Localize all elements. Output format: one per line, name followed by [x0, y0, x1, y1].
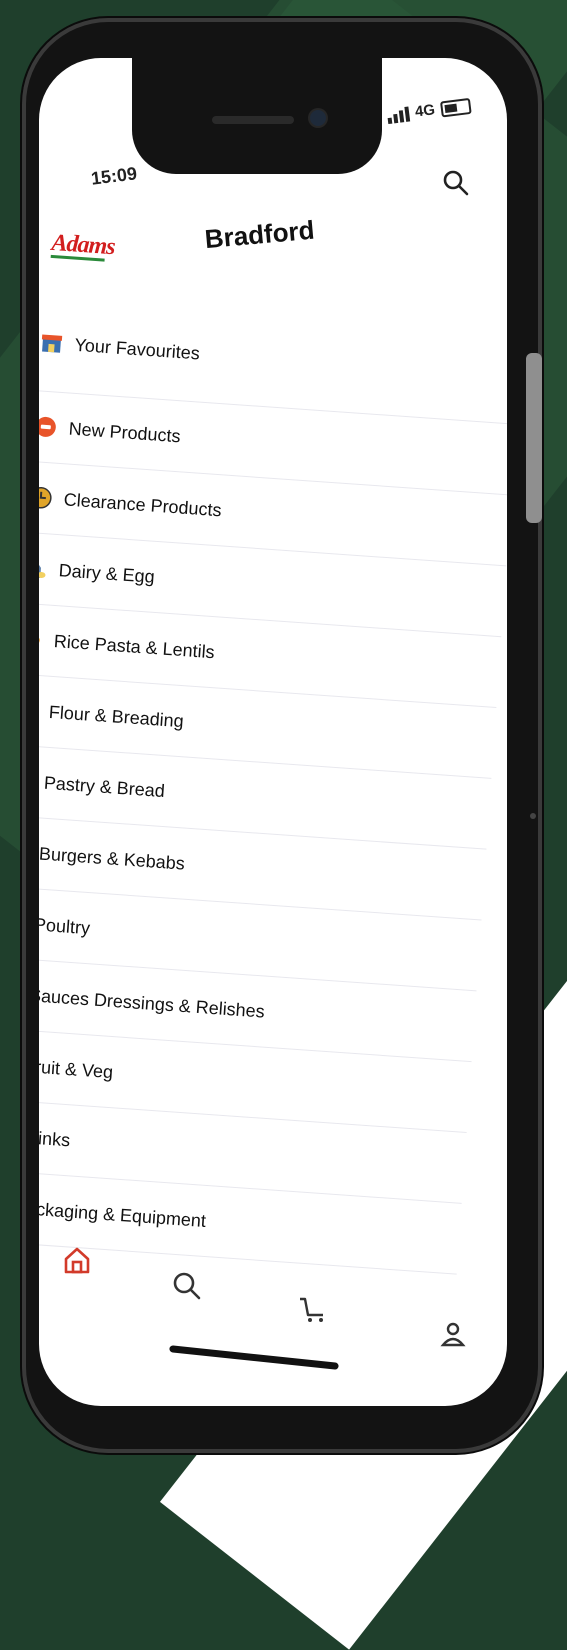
cart-icon — [300, 1297, 323, 1322]
logo-text: Adams — [50, 229, 116, 261]
menu-label: Packaging & Equipment — [39, 1197, 207, 1231]
clock-icon — [39, 486, 53, 509]
user-icon — [440, 1322, 466, 1347]
menu-label: Your Favourites — [73, 334, 201, 363]
page-title: Bradford — [203, 214, 316, 255]
search-icon[interactable] — [441, 168, 471, 198]
menu-label: Poultry — [39, 913, 91, 938]
tab-search[interactable] — [167, 1266, 207, 1306]
tab-home[interactable] — [57, 1240, 97, 1280]
store-icon — [40, 331, 63, 354]
menu-label: Dairy & Egg — [58, 559, 156, 587]
menu-label: New Products — [68, 418, 182, 446]
menu-label: Drinks — [39, 1126, 71, 1150]
menu-label: Flour & Breading — [48, 701, 185, 731]
search-icon — [173, 1272, 201, 1300]
app-content: Adams Bradford Your Favourites New Produ… — [39, 58, 507, 1406]
menu-label: Burgers & Kebabs — [39, 843, 186, 874]
logo: Adams — [50, 230, 116, 270]
home-icon — [64, 1247, 90, 1274]
bowl-icon — [39, 628, 43, 651]
tab-bar — [39, 1238, 507, 1358]
menu-label: Fruit & Veg — [39, 1055, 114, 1082]
tab-cart[interactable] — [293, 1290, 333, 1330]
menu-label: Rice Pasta & Lentils — [53, 630, 216, 662]
new-badge-icon — [39, 415, 58, 438]
side-dot — [530, 813, 536, 819]
phone-frame: 15:09 4G Adams Bradford Your Favourites — [22, 18, 542, 1453]
tab-account[interactable] — [433, 1314, 473, 1354]
category-menu: Your Favourites New Products Clearance P… — [39, 294, 507, 1275]
side-button — [526, 353, 542, 523]
milk-icon — [39, 557, 48, 580]
app-screen: 15:09 4G Adams Bradford Your Favourites — [39, 58, 507, 1406]
menu-label: Sauces Dressings & Relishes — [39, 984, 266, 1022]
menu-label: Clearance Products — [63, 488, 223, 520]
menu-label: Pastry & Bread — [43, 772, 166, 801]
